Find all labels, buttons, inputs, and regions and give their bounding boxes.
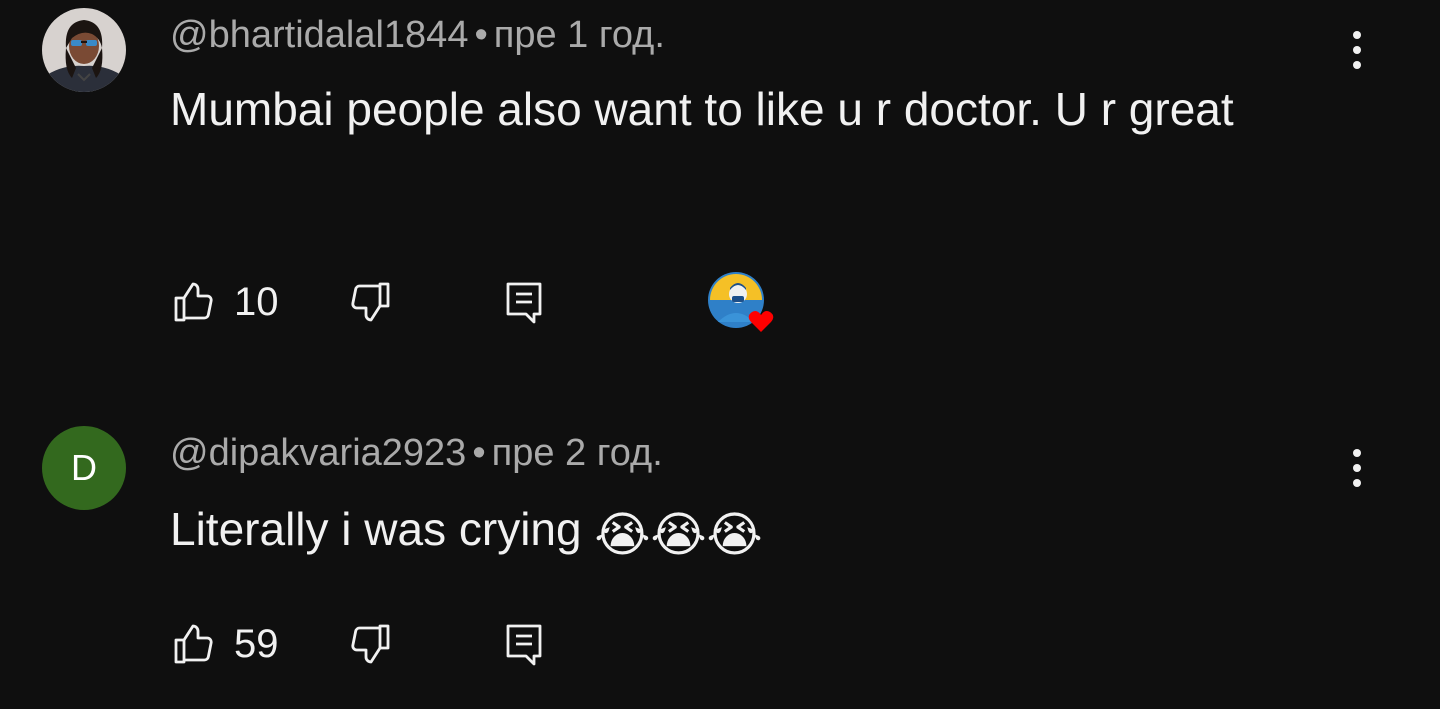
like-count: 59	[234, 621, 279, 666]
comment-timestamp[interactable]: пре 2 год.	[492, 432, 663, 474]
avatar[interactable]: D	[42, 426, 126, 510]
comment-actions: 59	[168, 614, 550, 674]
comment-meta: @dipakvaria2923 • пре 2 год.	[170, 432, 663, 475]
avatar-letter: D	[71, 447, 97, 488]
more-vert-icon[interactable]	[1336, 438, 1378, 498]
thumbs-down-icon[interactable]	[344, 618, 396, 670]
crying-emoji: 😭😭😭	[594, 507, 763, 563]
comment-item: D @dipakvaria2923 • пре 2 год. Literally i…	[0, 0, 1440, 709]
comment-author[interactable]: @dipakvaria2923	[170, 432, 466, 474]
comment-text-content: Literally i was crying	[170, 503, 595, 555]
reply-icon[interactable]	[498, 618, 550, 670]
thumbs-up-icon[interactable]	[168, 618, 220, 670]
meta-separator: •	[472, 432, 486, 474]
comment-text: Literally i was crying 😭😭😭	[170, 492, 1320, 566]
